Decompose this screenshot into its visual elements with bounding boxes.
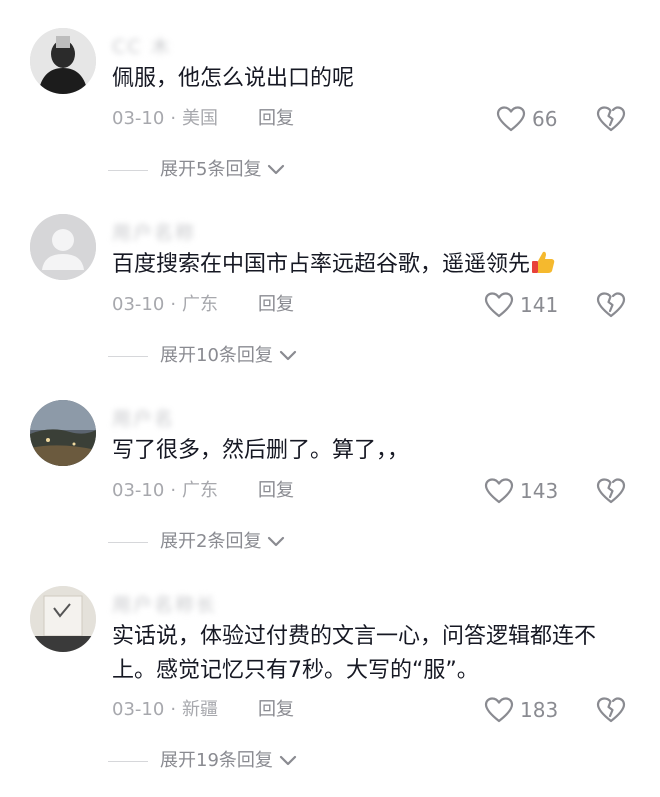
comment-date: 03-10: [112, 108, 165, 129]
comment-text: 佩服，他怎么说出口的呢: [112, 66, 355, 91]
avatar[interactable]: [30, 586, 96, 652]
heart-icon: [484, 697, 514, 723]
broken-heart-icon[interactable]: [596, 291, 626, 319]
comments-screen: { "comments": [ { "username": "CC 木", "t…: [0, 0, 660, 797]
heart-icon: [484, 292, 514, 318]
meta-separator: ·: [170, 699, 177, 720]
expand-replies-label: 展开2条回复: [160, 531, 262, 552]
comment-meta: 03-10 · 广东: [112, 477, 218, 505]
heart-icon: [496, 106, 526, 132]
comment-meta: 03-10 · 新疆: [112, 696, 218, 724]
username[interactable]: CC 木: [112, 32, 222, 58]
divider-line: [108, 541, 148, 543]
comment-location: 广东: [182, 480, 219, 501]
reply-button[interactable]: 回复: [258, 696, 294, 724]
comment-text: 实话说，体验过付费的文言一心，问答逻辑都连不上。感觉记忆只有7秒。大写的“服”。: [112, 624, 597, 683]
comment-text: 写了很多，然后删了。算了，，: [112, 438, 410, 463]
expand-replies-label: 展开19条回复: [160, 750, 273, 771]
like-count: 66: [532, 107, 558, 131]
reply-button[interactable]: 回复: [258, 105, 294, 133]
comment-text-body: 百度搜索在中国市占率远超谷歌，遥遥领先: [112, 252, 531, 277]
thumbs-up-emoji: [532, 251, 555, 273]
chevron-down-icon: [268, 164, 285, 175]
comment-text: 百度搜索在中国市占率远超谷歌，遥遥领先: [112, 248, 632, 282]
username[interactable]: 用户名称长: [112, 590, 252, 616]
comment-meta: 03-10 · 美国: [112, 105, 218, 133]
divider-line: [108, 169, 148, 171]
comment-meta: 03-10 · 广东: [112, 291, 218, 319]
like-count: 143: [520, 479, 559, 503]
comment-item: 用户名 写了很多，然后删了。算了，， 03-10 · 广东 回复 143 展开2条回…: [0, 400, 660, 586]
comment-item: 用户名称长 实话说，体验过付费的文言一心，问答逻辑都连不上。感觉记忆只有7秒。大…: [0, 586, 660, 797]
comment-location: 美国: [182, 108, 219, 129]
reply-button[interactable]: 回复: [258, 291, 294, 319]
comment-date: 03-10: [112, 294, 165, 315]
avatar[interactable]: [30, 214, 96, 280]
username[interactable]: 用户名称: [112, 218, 252, 244]
comment-location: 广东: [182, 294, 219, 315]
meta-separator: ·: [170, 294, 177, 315]
broken-heart-icon[interactable]: [596, 105, 626, 133]
chevron-down-icon: [279, 350, 297, 361]
avatar[interactable]: [30, 400, 96, 466]
like-button[interactable]: 66: [496, 104, 557, 134]
broken-heart-icon[interactable]: [596, 696, 626, 724]
expand-replies-label: 展开10条回复: [160, 345, 273, 366]
reply-button[interactable]: 回复: [258, 477, 294, 505]
like-count: 141: [520, 293, 559, 317]
like-button[interactable]: 143: [484, 476, 558, 506]
meta-separator: ·: [170, 108, 177, 129]
expand-replies-label: 展开5条回复: [160, 159, 262, 180]
expand-replies-button[interactable]: 展开2条回复: [108, 528, 285, 556]
meta-separator: ·: [170, 480, 177, 501]
comment-item: CC 木 佩服，他怎么说出口的呢 03-10 · 美国 回复 66 展开5条回复: [0, 28, 660, 214]
comment-location: 新疆: [182, 699, 219, 720]
divider-line: [108, 355, 148, 357]
like-count: 183: [520, 698, 559, 722]
like-button[interactable]: 141: [484, 290, 558, 320]
username[interactable]: 用户名: [112, 404, 222, 430]
broken-heart-icon[interactable]: [596, 477, 626, 505]
divider-line: [108, 760, 148, 762]
comment-date: 03-10: [112, 480, 165, 501]
comment-item: 用户名称 百度搜索在中国市占率远超谷歌，遥遥领先 03-10 · 广东 回复 141…: [0, 214, 660, 400]
chevron-down-icon: [279, 755, 297, 766]
comment-date: 03-10: [112, 699, 165, 720]
like-button[interactable]: 183: [484, 695, 558, 725]
heart-icon: [484, 478, 514, 504]
expand-replies-button[interactable]: 展开10条回复: [108, 342, 297, 370]
chevron-down-icon: [268, 536, 285, 547]
expand-replies-button[interactable]: 展开19条回复: [108, 747, 297, 775]
avatar[interactable]: [30, 28, 96, 94]
expand-replies-button[interactable]: 展开5条回复: [108, 156, 285, 184]
